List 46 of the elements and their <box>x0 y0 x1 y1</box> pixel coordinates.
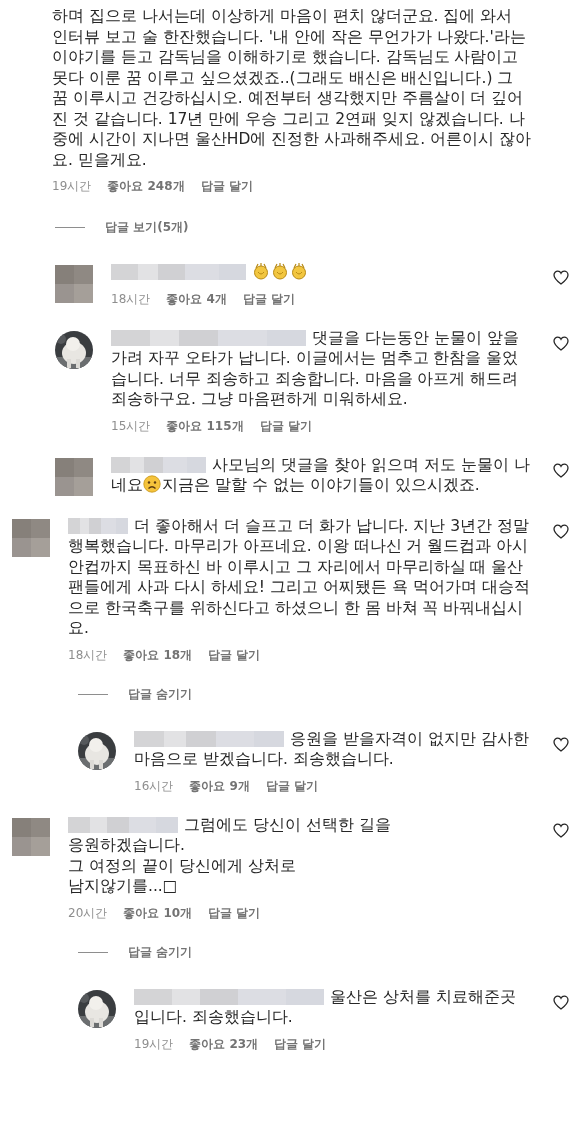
reply-link[interactable]: 답글 달기 <box>208 646 261 664</box>
reply-link[interactable]: 답글 달기 <box>200 178 253 195</box>
comment-text: 그럼에도 당신이 선택한 길을 <box>184 815 391 834</box>
comment-time: 15시간 <box>111 417 151 435</box>
comment-text: 마음으로 받겠습니다. 죄송했습니다. <box>134 750 394 768</box>
comment-time: 16시간 <box>134 777 174 795</box>
replies-toggle[interactable]: 답글 숨기기 <box>128 943 193 961</box>
likes-count[interactable]: 좋아요 10개 <box>123 904 193 922</box>
reply-link[interactable]: 답글 달기 <box>259 417 312 435</box>
likes-count[interactable]: 좋아요 18개 <box>123 646 193 664</box>
like-icon[interactable] <box>553 335 569 351</box>
reply-link[interactable]: 답글 달기 <box>265 777 318 795</box>
comment-time: 19시간 <box>134 1035 174 1053</box>
like-icon[interactable] <box>553 270 569 285</box>
like-icon[interactable] <box>553 994 569 1010</box>
likes-count[interactable]: 좋아요 9개 <box>189 777 250 795</box>
replies-toggle[interactable]: 답글 숨기기 <box>128 685 193 703</box>
replies-toggle[interactable]: 답글 보기(5개) <box>105 219 189 236</box>
comment-time: 20시간 <box>68 904 108 922</box>
likes-count[interactable]: 좋아요 248개 <box>107 178 185 195</box>
comment-text: 댓글을 다는동안 눈물이 앞을 <box>312 328 519 347</box>
comment-text: 네요 <box>111 476 143 494</box>
comment-text: 응원을 받을자격이 없지만 감사한 <box>290 729 529 748</box>
likes-count[interactable]: 좋아요 23개 <box>189 1035 259 1053</box>
like-icon[interactable] <box>553 736 569 752</box>
comment-text: 지금은 말할 수 없는 이야기들이 있으시겠죠. <box>162 476 480 494</box>
comment-text: 사모님의 댓글을 찾아 읽으며 저도 눈물이 나 <box>212 455 530 474</box>
likes-count[interactable]: 좋아요 115개 <box>166 417 244 435</box>
sad-face-icon <box>143 475 161 493</box>
reply-link[interactable]: 답글 달기 <box>242 290 295 308</box>
comment-text: 입니다. 죄송했습니다. <box>134 1008 293 1026</box>
comment-text: 행복했습니다. 마무리가 아프네요. 이왕 떠나신 거 월드컵과 아시안컵까지 목표하신 바 이루시고 그 자리에서 마무리하실 때 울산팬들에게 사과 다시 하세요! 그리고 어찌됐든 욕 먹어가며 대승적으로 한국축구를 위하신다고 하셨으니 한 몸 바쳐 꼭 바꿔내십시요. <box>68 537 530 637</box>
comment-text: 응원하겠습니다. 그 여정의 끝이 당신에게 상처로 남지않기를...□ <box>68 836 296 895</box>
reply-link[interactable]: 답글 달기 <box>274 1035 327 1053</box>
comment-time: 18시간 <box>111 290 151 308</box>
like-icon[interactable] <box>553 523 569 539</box>
likes-count[interactable]: 좋아요 4개 <box>166 290 227 308</box>
comment-text: 더 좋아해서 더 슬프고 더 화가 납니다. 지난 3년간 정말 <box>134 516 530 535</box>
like-icon[interactable] <box>553 822 569 838</box>
comment-text: 가려 자꾸 오타가 납니다. 이글에서는 멈추고 한참을 울었습니다. 너무 죄송하고 죄송합니다. 마음을 아프게 해드려 죄송하구요. 그냥 마음편하게 미워하세요. <box>111 349 519 408</box>
reply-link[interactable]: 답글 달기 <box>208 904 261 922</box>
comment-time: 19시간 <box>52 178 92 195</box>
comment-text: 하며 집으로 나서는데 이상하게 마음이 편치 않더군요. 집에 와서 인터뷰 보고 술 한잔했습니다. '내 안에 작은 무언가가 나왔다.'라는 이야기를 듣고 감독님을 이해하기로 했습니다. 감독님도 사람이고 못다 이룬 꿈 이루고 싶으셨겠죠..(그래도 배신은 배신입니다.) 그 꿈 이루시고 건강하십시오. 예전부터 생각했지만 주름살이 더 깊어진 것 같습니다. 17년 만에 우승 그리고 2연패 잊지 않겠습니다. 나중에 시간이 지나면 울산HD에 진정한 사과해주세요. 어른이시 잖아요. 믿을게요. <box>52 7 531 169</box>
like-icon[interactable] <box>553 462 569 478</box>
comment-time: 18시간 <box>68 646 108 664</box>
comment-text: 울산은 상처를 치료해준곳 <box>330 987 516 1006</box>
